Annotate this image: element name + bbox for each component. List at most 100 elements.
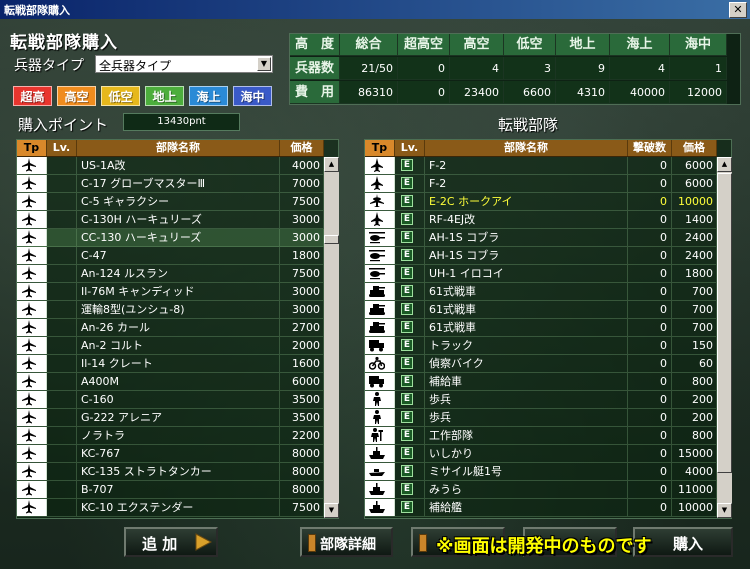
table-row[interactable]: C-17 グローブマスターⅢ 7000	[17, 175, 324, 193]
column-lv[interactable]: Lv.	[395, 140, 425, 156]
unit-level-cell: E	[395, 229, 425, 246]
table-row[interactable]: E F-2 0 6000	[365, 157, 717, 175]
table-row[interactable]: A400M 6000	[17, 373, 324, 391]
close-button[interactable]: ✕	[729, 2, 747, 18]
stats-column-header: 海中	[670, 34, 727, 56]
plane-icon	[22, 356, 36, 370]
table-row[interactable]: E UH-1 イロコイ 0 1800	[365, 265, 717, 283]
scroll-up-arrow-icon[interactable]: ▲	[324, 157, 339, 172]
purchase-list-scrollbar[interactable]: ▲ ▼	[324, 157, 339, 518]
table-row[interactable]: E ミサイル艇1号 0 4000	[365, 463, 717, 481]
scroll-thumb[interactable]	[324, 235, 339, 244]
table-row[interactable]: An-26 カール 2700	[17, 319, 324, 337]
table-row[interactable]: E 偵察バイク 0 60	[365, 355, 717, 373]
table-row[interactable]: B-707 8000	[17, 481, 324, 499]
table-row[interactable]: C-160 3500	[17, 391, 324, 409]
table-row[interactable]: E 61式戦車 0 700	[365, 283, 717, 301]
ship-icon	[369, 501, 385, 513]
unit-price: 700	[672, 319, 717, 336]
chevron-down-icon[interactable]: ▼	[257, 57, 271, 71]
table-row[interactable]: E 補給車 0 800	[365, 373, 717, 391]
arrow-right-icon	[195, 533, 212, 551]
table-row[interactable]: E 歩兵 0 200	[365, 391, 717, 409]
table-row[interactable]: KC-10 エクステンダー 7500	[17, 499, 324, 517]
scroll-up-arrow-icon[interactable]: ▲	[717, 157, 732, 172]
table-row[interactable]: An-124 ルスラン 7500	[17, 265, 324, 283]
filter-1-button[interactable]: 超高	[13, 86, 52, 106]
table-row[interactable]: E F-2 0 6000	[365, 175, 717, 193]
unit-type-cell	[17, 481, 47, 498]
unit-name: An-26 カール	[77, 319, 280, 336]
scroll-down-arrow-icon[interactable]: ▼	[717, 503, 732, 518]
unit-price: 7000	[280, 175, 324, 192]
table-row[interactable]: C-47 1800	[17, 247, 324, 265]
unit-name: 61式戦車	[425, 283, 628, 300]
filter-4-button[interactable]: 地上	[145, 86, 184, 106]
level-badge: E	[401, 321, 413, 333]
table-row[interactable]: E トラック 0 150	[365, 337, 717, 355]
scroll-thumb[interactable]	[717, 173, 732, 473]
column-price[interactable]: 価格	[672, 140, 717, 156]
table-row[interactable]: E みうら 0 11000	[365, 481, 717, 499]
stats-value: 21/50	[340, 57, 398, 80]
filter-3-button[interactable]: 低空	[101, 86, 140, 106]
plane-icon	[22, 410, 36, 424]
unit-price: 8000	[280, 463, 324, 480]
filter-2-button[interactable]: 高空	[57, 86, 96, 106]
table-row[interactable]: C-130H ハーキュリーズ 3000	[17, 211, 324, 229]
column-name[interactable]: 部隊名称	[77, 140, 280, 156]
transfer-list-scrollbar[interactable]: ▲ ▼	[717, 157, 732, 518]
column-tp[interactable]: Tp	[17, 140, 47, 156]
column-name[interactable]: 部隊名称	[425, 140, 628, 156]
column-kills[interactable]: 撃破数	[628, 140, 672, 156]
level-badge: E	[401, 177, 413, 189]
unit-level-cell	[47, 427, 77, 444]
table-row[interactable]: KC-767 8000	[17, 445, 324, 463]
unit-kills: 0	[628, 463, 672, 480]
column-tp[interactable]: Tp	[365, 140, 395, 156]
unit-price: 700	[672, 283, 717, 300]
table-row[interactable]: E 歩兵 0 200	[365, 409, 717, 427]
unit-price: 2400	[672, 229, 717, 246]
unit-price: 2200	[280, 427, 324, 444]
unit-name: KC-10 エクステンダー	[77, 499, 280, 516]
unit-kills: 0	[628, 319, 672, 336]
table-row[interactable]: E 61式戦車 0 700	[365, 301, 717, 319]
transfer-units-list: Tp Lv. 部隊名称 撃破数 価格 E F-2 0 6000 E F-2 0 6000 E E-…	[364, 139, 732, 519]
filter-6-button[interactable]: 海中	[233, 86, 272, 106]
unit-detail-button[interactable]: 部隊詳細	[300, 527, 393, 557]
stats-column-header: 超高空	[398, 34, 450, 56]
table-row[interactable]: KC-135 ストラトタンカー 8000	[17, 463, 324, 481]
unit-type-cell	[365, 283, 395, 300]
table-row[interactable]: CC-130 ハーキュリーズ 3000	[17, 229, 324, 247]
table-row[interactable]: E 61式戦車 0 700	[365, 319, 717, 337]
table-row[interactable]: E RF-4EJ改 0 1400	[365, 211, 717, 229]
weapon-type-select[interactable]: 全兵器タイプ ▼	[95, 55, 273, 73]
table-row[interactable]: G-222 アレニア 3500	[17, 409, 324, 427]
table-row[interactable]: ノラトラ 2200	[17, 427, 324, 445]
table-row[interactable]: E いしかり 0 15000	[365, 445, 717, 463]
table-row[interactable]: E E-2C ホークアイ 0 10000	[365, 193, 717, 211]
scroll-down-arrow-icon[interactable]: ▼	[324, 503, 339, 518]
table-row[interactable]: Il-76M キャンディッド 3000	[17, 283, 324, 301]
unit-price: 200	[672, 409, 717, 426]
table-row[interactable]: C-5 ギャラクシー 7500	[17, 193, 324, 211]
button-tab-icon	[308, 534, 316, 552]
table-row[interactable]: US-1A改 4000	[17, 157, 324, 175]
add-button[interactable]: 追 加	[124, 527, 218, 557]
table-row[interactable]: E AH-1S コブラ 0 2400	[365, 247, 717, 265]
table-row[interactable]: Il-14 クレート 1600	[17, 355, 324, 373]
column-price[interactable]: 価格	[280, 140, 324, 156]
table-row[interactable]: E AH-1S コブラ 0 2400	[365, 229, 717, 247]
table-row[interactable]: 運輸8型(ユンシュ-8) 3000	[17, 301, 324, 319]
unit-level-cell	[47, 247, 77, 264]
unit-level-cell	[47, 445, 77, 462]
column-lv[interactable]: Lv.	[47, 140, 77, 156]
filter-5-button[interactable]: 海上	[189, 86, 228, 106]
table-row[interactable]: E 補給艦 0 10000	[365, 499, 717, 517]
unit-type-cell	[365, 445, 395, 462]
table-row[interactable]: E 工作部隊 0 800	[365, 427, 717, 445]
level-badge: E	[401, 357, 413, 369]
plane-icon	[22, 248, 36, 262]
table-row[interactable]: An-2 コルト 2000	[17, 337, 324, 355]
